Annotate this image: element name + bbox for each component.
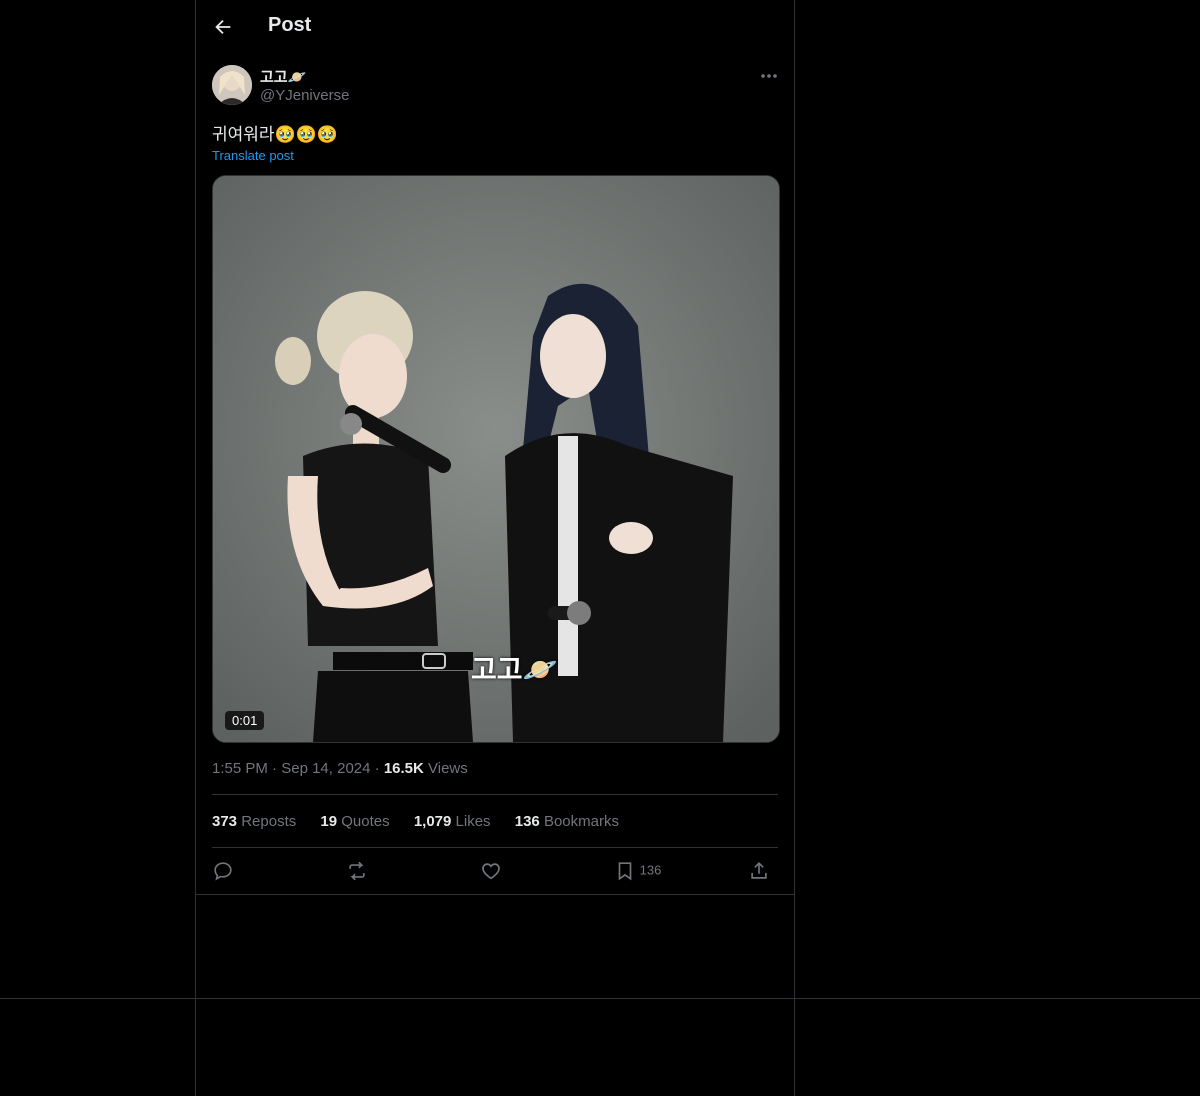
reposts-stat[interactable]: 373 Reposts xyxy=(212,813,296,830)
post-column: Post 고고🪐 @YJeniverse 귀여워라🥹🥹🥹 Translate p… xyxy=(195,0,795,1096)
quotes-stat[interactable]: 19 Quotes xyxy=(320,813,389,830)
video-duration: 0:01 xyxy=(225,711,265,730)
bookmarks-label: Bookmarks xyxy=(543,813,619,830)
views-count: 16.5K xyxy=(383,760,424,777)
bookmark-count: 136 xyxy=(639,862,662,878)
video-caption: 고고🪐 xyxy=(471,654,558,685)
reply-icon xyxy=(214,862,232,881)
repost-icon xyxy=(349,861,365,881)
bookmarks-count: 136 xyxy=(514,813,540,830)
post-text: 귀여워라🥹🥹🥹 xyxy=(212,125,339,144)
post-time[interactable]: 1:55 PM xyxy=(212,760,268,777)
reply-button[interactable] xyxy=(212,860,234,884)
divider xyxy=(212,794,778,795)
translate-post-link[interactable]: Translate post xyxy=(212,148,294,163)
divider xyxy=(212,847,778,848)
quotes-label: Quotes xyxy=(341,813,390,830)
meta-separator: · xyxy=(374,760,384,777)
user-handle[interactable]: @YJeniverse xyxy=(260,87,349,104)
post-meta: 1:55 PM · Sep 14, 2024 · 16.5K Views xyxy=(212,760,468,777)
reposts-label: Reposts xyxy=(241,813,297,830)
divider xyxy=(196,894,794,895)
avatar[interactable] xyxy=(212,65,252,105)
likes-count: 1,079 xyxy=(413,813,452,830)
action-bar: 136 xyxy=(212,858,778,886)
views-label: Views xyxy=(428,760,468,777)
divider xyxy=(0,998,1200,999)
display-name[interactable]: 고고🪐 xyxy=(260,66,306,87)
likes-label: Likes xyxy=(455,813,491,830)
post-header: Post xyxy=(196,0,794,53)
reposts-count: 373 xyxy=(212,813,238,830)
share-button[interactable] xyxy=(748,860,770,884)
share-icon xyxy=(751,862,767,879)
likes-stat[interactable]: 1,079 Likes xyxy=(414,813,491,830)
back-arrow-icon[interactable] xyxy=(212,16,234,38)
repost-button[interactable] xyxy=(346,860,368,884)
bookmark-icon xyxy=(618,862,632,881)
like-icon xyxy=(482,863,500,880)
page-title: Post xyxy=(268,14,312,36)
engagement-stats: 373 Reposts 19 Quotes 1,079 Likes 136 Bo… xyxy=(212,813,639,830)
meta-separator: · xyxy=(272,760,282,777)
video-player[interactable]: 고고🪐 0:01 xyxy=(212,175,780,743)
bookmark-button[interactable]: 136 xyxy=(614,860,661,884)
post-date[interactable]: Sep 14, 2024 xyxy=(281,760,370,777)
quotes-count: 19 xyxy=(320,813,338,830)
bookmarks-stat[interactable]: 136 Bookmarks xyxy=(515,813,619,830)
like-button[interactable] xyxy=(480,860,502,884)
more-icon[interactable] xyxy=(758,66,780,86)
